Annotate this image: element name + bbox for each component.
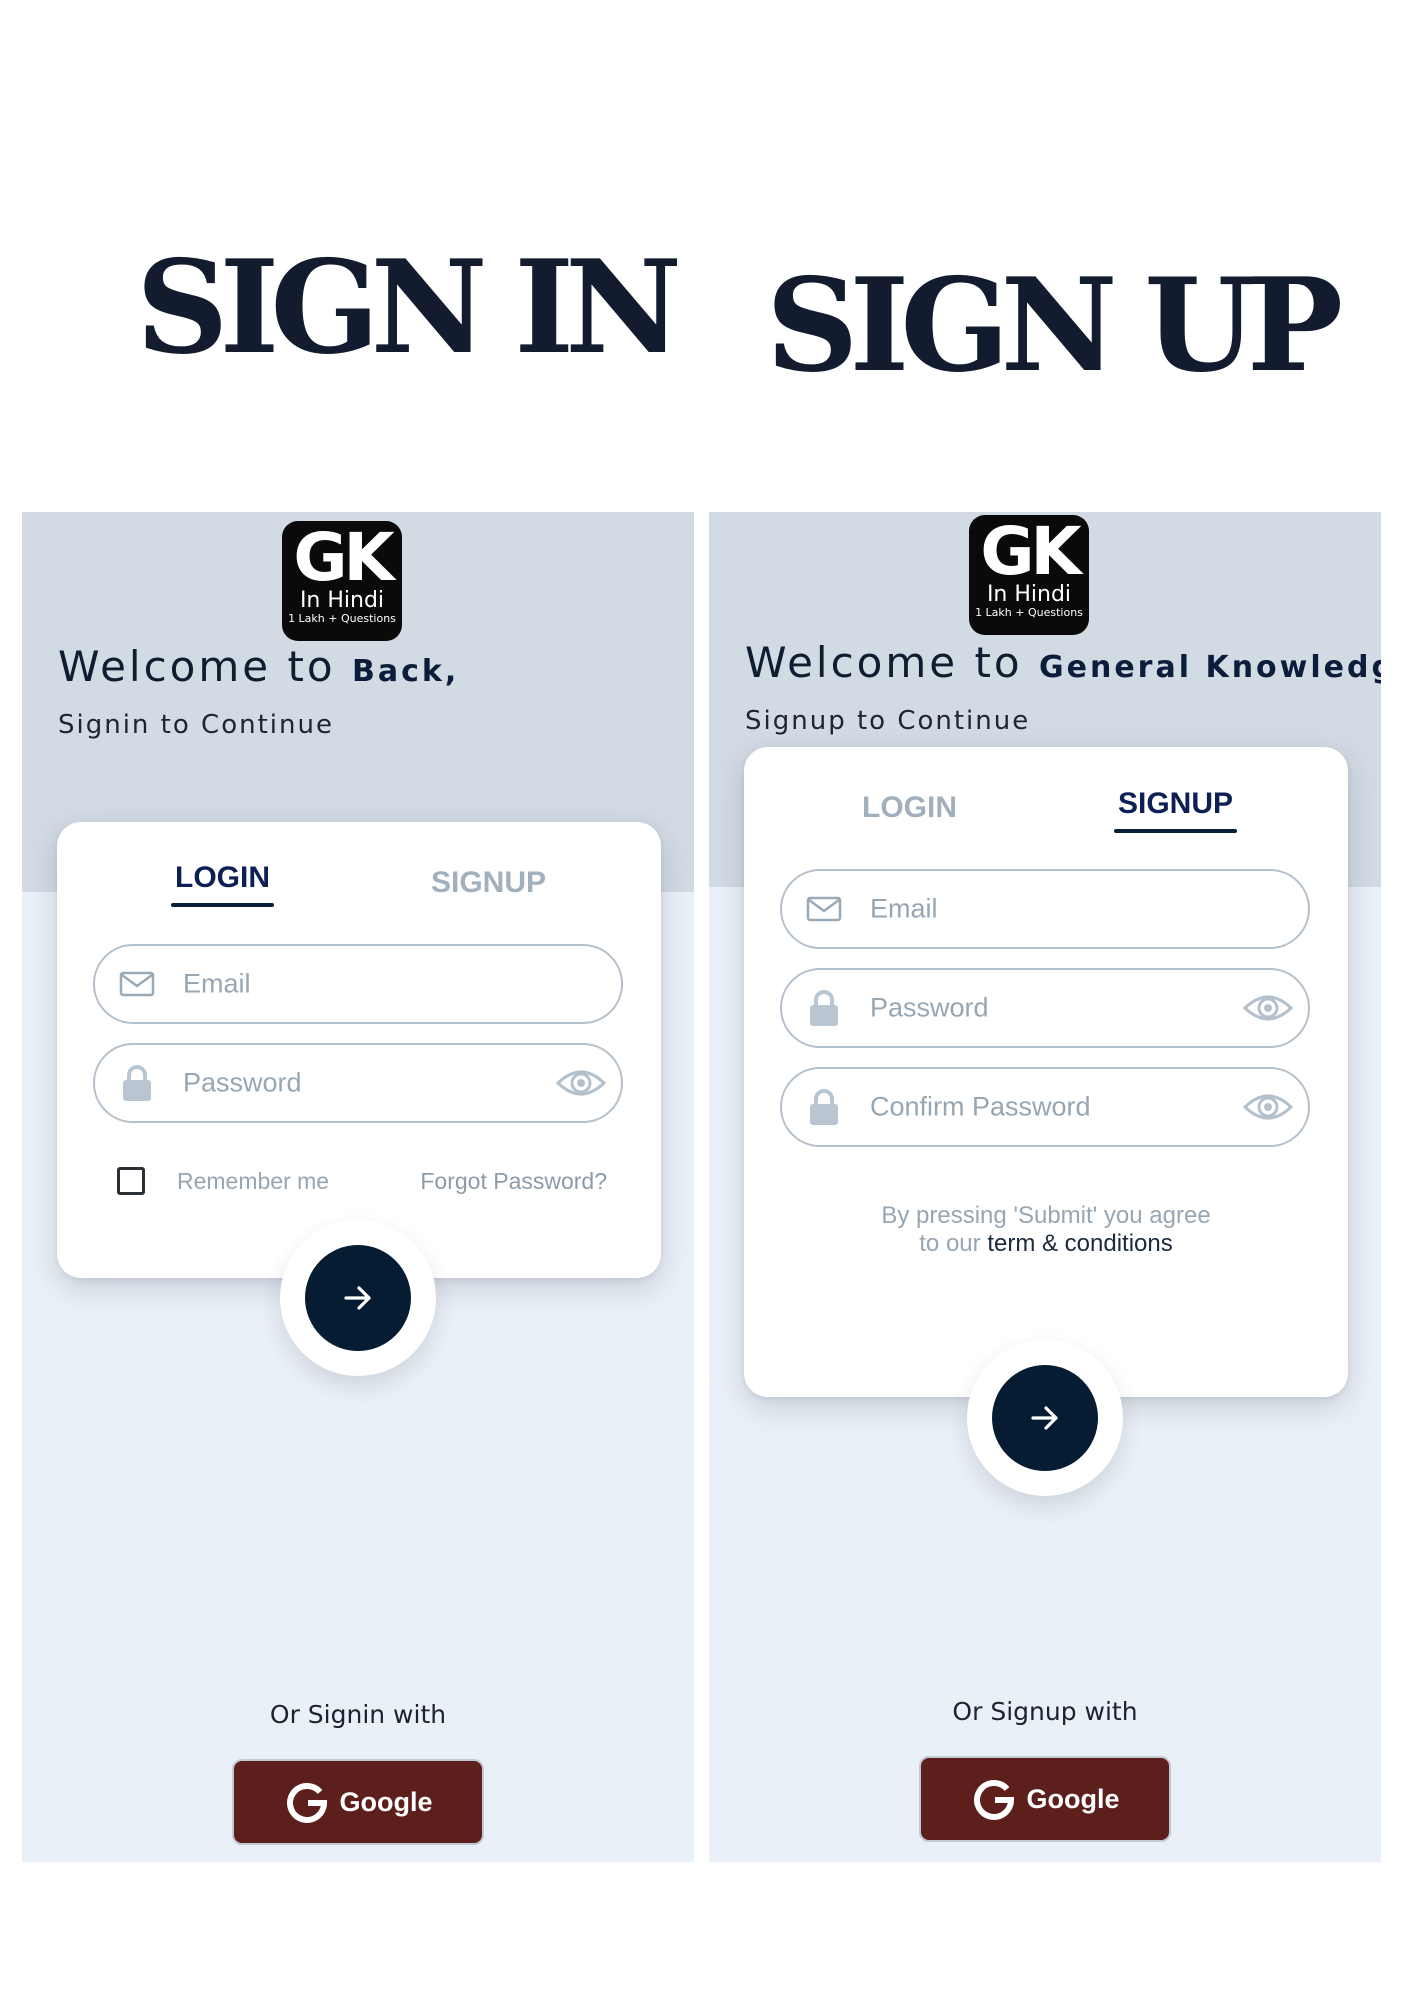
terms-line-1: By pressing 'Submit' you agree xyxy=(881,1202,1211,1229)
google-g-icon xyxy=(973,1780,1014,1820)
welcome-subtitle: Signup to Continue xyxy=(745,706,1031,736)
tab-signup[interactable]: SIGNUP xyxy=(1113,787,1238,833)
signup-card: LOGIN SIGNUP Email Password Confirm Pass… xyxy=(744,747,1348,1397)
password-placeholder: Password xyxy=(183,1067,302,1098)
password-placeholder: Password xyxy=(870,992,989,1023)
signup-screen: GK In Hindi 1 Lakh + Questions Welcome t… xyxy=(709,512,1381,1862)
logo-gk-text: GK xyxy=(980,515,1081,590)
lock-icon xyxy=(810,1089,838,1125)
forgot-password-link[interactable]: Forgot Password? xyxy=(420,1168,607,1195)
confirm-password-field[interactable]: Confirm Password xyxy=(780,1067,1310,1147)
logo-tagline: 1 Lakh + Questions xyxy=(288,612,396,625)
terms-link[interactable]: term & conditions xyxy=(987,1230,1172,1257)
app-logo: GK In Hindi 1 Lakh + Questions xyxy=(969,515,1089,635)
mail-icon xyxy=(806,896,842,922)
terms-text: By pressing 'Submit' you agree to our te… xyxy=(744,1202,1348,1258)
tab-login[interactable]: LOGIN xyxy=(171,861,274,907)
google-label: Google xyxy=(339,1786,433,1817)
welcome-highlight: Back, xyxy=(352,654,460,689)
welcome-prefix: Welcome to xyxy=(58,642,336,691)
google-signin-button[interactable]: Google xyxy=(232,1759,484,1845)
mail-icon xyxy=(119,971,155,997)
arrow-right-icon xyxy=(344,1286,371,1310)
logo-tagline: 1 Lakh + Questions xyxy=(975,606,1083,619)
password-field[interactable]: Password xyxy=(93,1043,623,1123)
app-logo: GK In Hindi 1 Lakh + Questions xyxy=(282,521,402,641)
welcome-heading: Welcome to Back, xyxy=(58,642,459,691)
email-field[interactable]: Email xyxy=(93,944,623,1024)
sign-up-heading: SIGN UP xyxy=(766,251,1343,401)
remember-checkbox[interactable] xyxy=(117,1167,145,1195)
eye-icon[interactable] xyxy=(1242,1087,1294,1127)
welcome-prefix: Welcome to xyxy=(745,638,1023,687)
logo-hindi-text: In Hindi xyxy=(299,588,385,613)
submit-button-ring xyxy=(280,1220,436,1376)
logo-hindi-text: In Hindi xyxy=(986,582,1072,607)
email-placeholder: Email xyxy=(183,968,251,999)
submit-button[interactable] xyxy=(992,1365,1098,1471)
google-signup-button[interactable]: Google xyxy=(919,1756,1171,1842)
eye-icon[interactable] xyxy=(555,1063,607,1103)
password-field[interactable]: Password xyxy=(780,968,1310,1048)
confirm-password-placeholder: Confirm Password xyxy=(870,1091,1091,1122)
remember-label: Remember me xyxy=(177,1168,330,1194)
lock-icon xyxy=(123,1065,151,1101)
arrow-right-icon xyxy=(1031,1406,1058,1430)
signin-screen: GK In Hindi 1 Lakh + Questions Welcome t… xyxy=(22,512,694,1862)
login-card: LOGIN SIGNUP Email Password Remember me … xyxy=(57,822,661,1278)
tab-login[interactable]: LOGIN xyxy=(862,791,957,825)
or-signup-text: Or Signup with xyxy=(952,1697,1138,1726)
welcome-heading: Welcome to General Knowledge xyxy=(745,638,1381,687)
lock-icon xyxy=(810,990,838,1026)
submit-button-ring xyxy=(967,1340,1123,1496)
terms-line-2: to our term & conditions xyxy=(744,1230,1348,1258)
terms-prefix: to our xyxy=(919,1230,981,1257)
eye-icon[interactable] xyxy=(1242,988,1294,1028)
tab-signup[interactable]: SIGNUP xyxy=(431,866,546,900)
welcome-highlight: General Knowledge xyxy=(1039,650,1381,685)
welcome-subtitle: Signin to Continue xyxy=(58,710,334,740)
google-g-icon xyxy=(286,1783,327,1823)
email-placeholder: Email xyxy=(870,893,938,924)
sign-in-heading: SIGN IN xyxy=(136,233,682,383)
submit-button[interactable] xyxy=(305,1245,411,1351)
or-signin-text: Or Signin with xyxy=(269,1700,447,1729)
google-label: Google xyxy=(1026,1783,1120,1814)
email-field[interactable]: Email xyxy=(780,869,1310,949)
logo-gk-text: GK xyxy=(293,521,394,596)
